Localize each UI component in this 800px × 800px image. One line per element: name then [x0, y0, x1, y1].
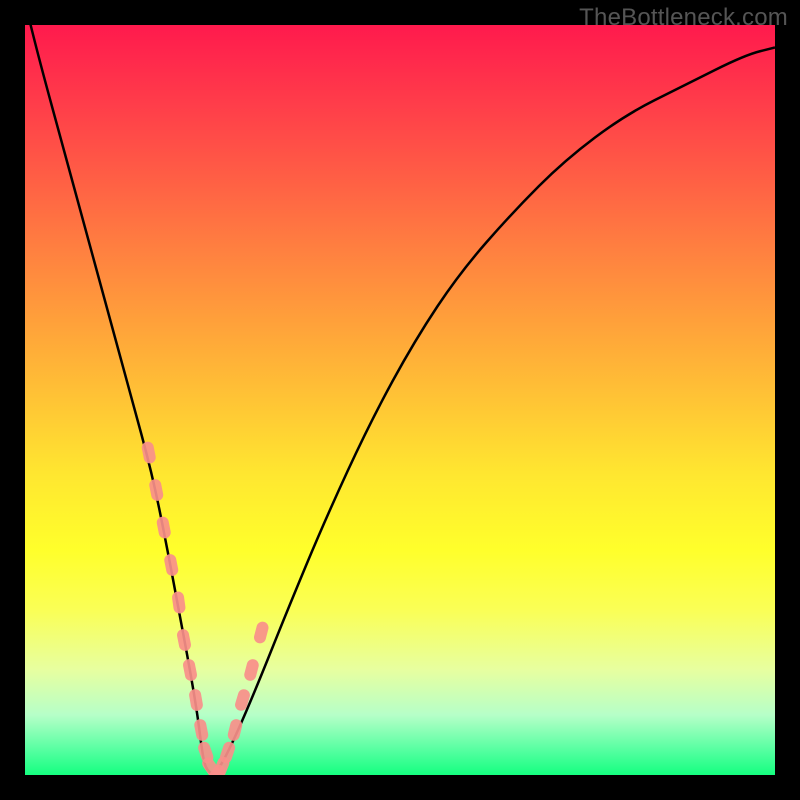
- bottleneck-chart-svg: [25, 25, 775, 775]
- highlight-marker: [253, 620, 270, 644]
- highlight-marker: [163, 553, 179, 577]
- highlight-marker: [141, 441, 157, 465]
- watermark-text: TheBottleneck.com: [579, 4, 788, 32]
- highlight-marker: [193, 718, 209, 742]
- highlight-marker: [182, 658, 198, 682]
- highlight-marker: [227, 718, 244, 742]
- highlight-markers-group: [141, 441, 270, 775]
- highlight-marker: [148, 478, 164, 502]
- highlight-marker: [156, 516, 172, 540]
- highlight-marker: [188, 688, 204, 712]
- highlight-marker: [243, 658, 260, 682]
- highlight-marker: [176, 628, 192, 652]
- chart-plot-area: [25, 25, 775, 775]
- highlight-marker: [171, 591, 186, 614]
- bottleneck-curve-line: [25, 25, 775, 773]
